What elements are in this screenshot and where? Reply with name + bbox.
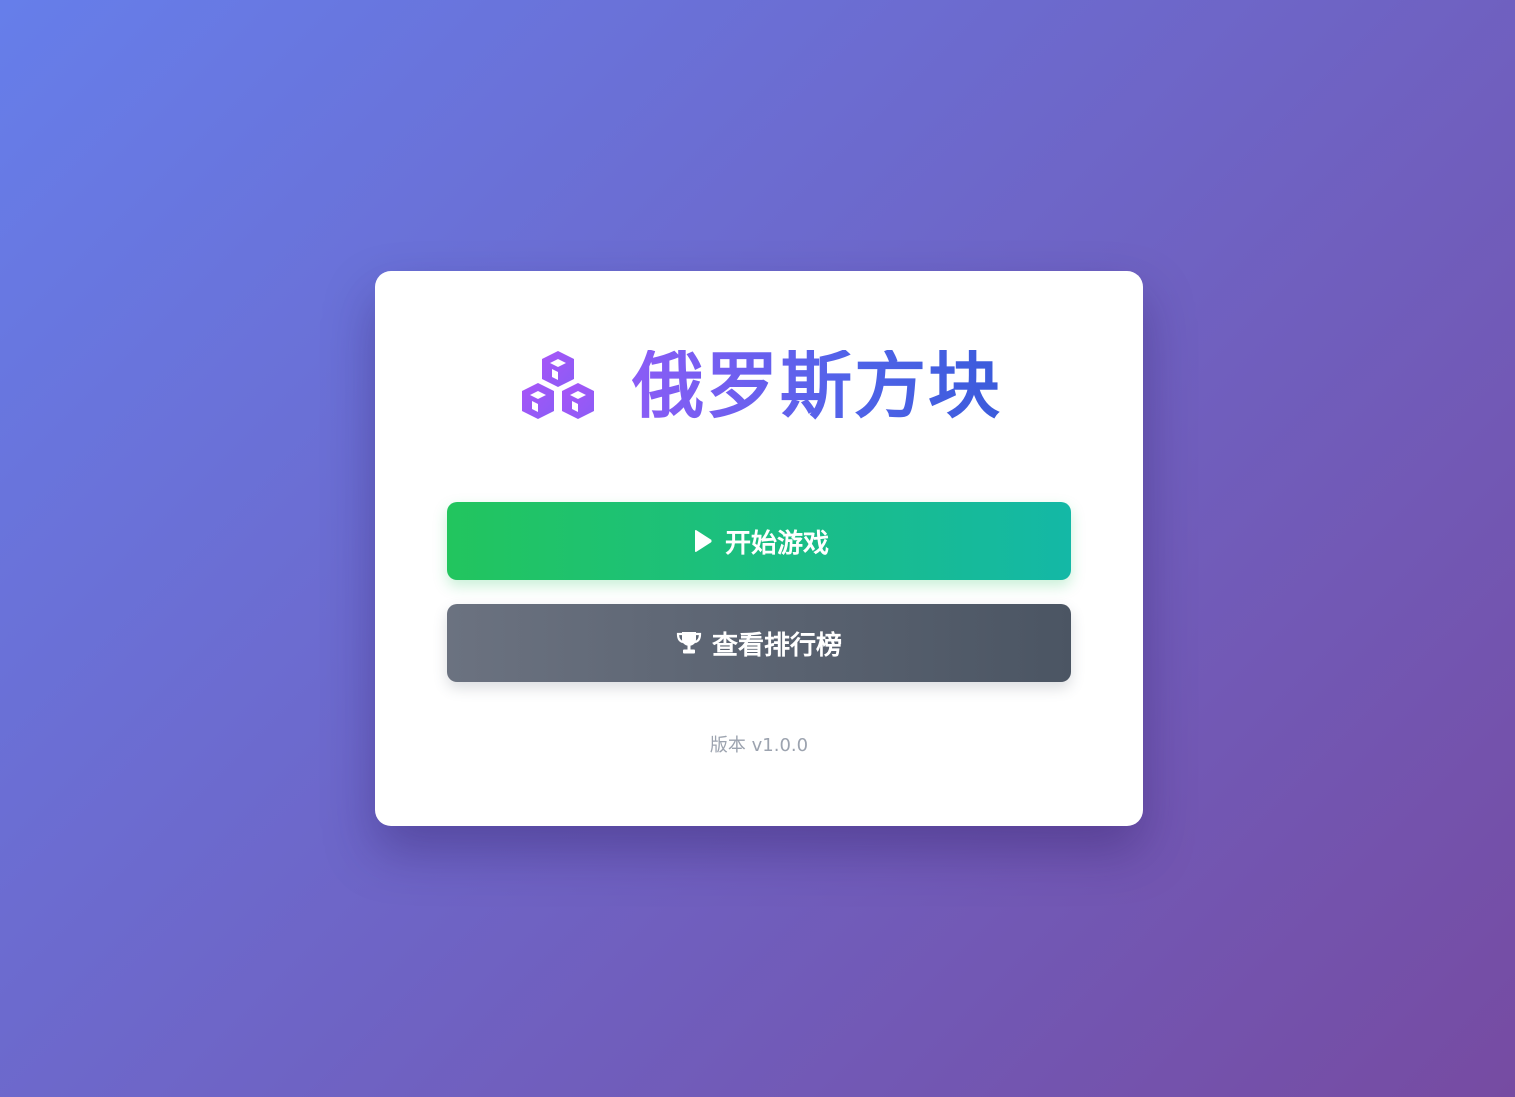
- trophy-icon: [676, 632, 702, 654]
- leaderboard-label: 查看排行榜: [711, 630, 842, 661]
- game-title: 俄罗斯方块: [631, 344, 1002, 428]
- cubes-icon: [521, 351, 594, 419]
- play-icon: [694, 529, 712, 553]
- start-game-label: 开始游戏: [724, 528, 829, 559]
- leaderboard-button[interactable]: 查看排行榜: [447, 604, 1071, 682]
- version-text: 版本 v1.0.0: [709, 735, 809, 756]
- title-row: 俄罗斯方块: [375, 341, 1143, 431]
- start-game-button[interactable]: 开始游戏: [447, 502, 1071, 580]
- main-menu-card: 俄罗斯方块 开始游戏 查看排行榜 版本 v1.0.0: [375, 271, 1143, 826]
